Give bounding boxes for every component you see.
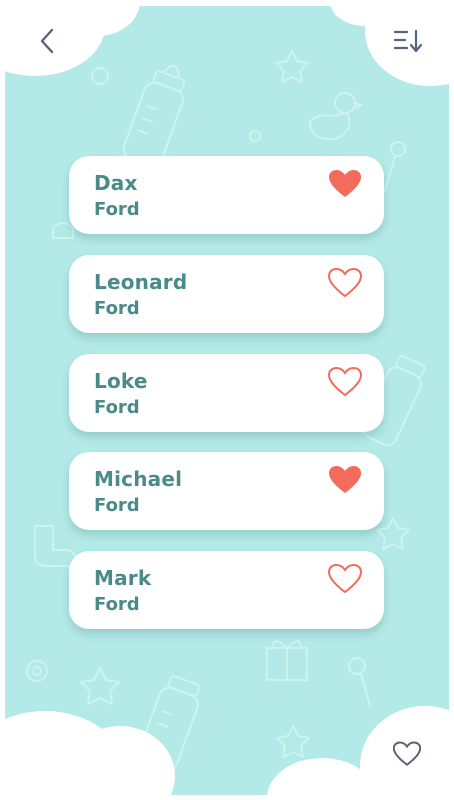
heart-filled-icon[interactable]: [328, 169, 362, 199]
last-name: Ford: [94, 495, 140, 516]
chevron-left-icon: [40, 28, 54, 54]
heart-outline-icon[interactable]: [328, 564, 362, 594]
first-name: Michael: [94, 467, 183, 491]
first-name: Mark: [94, 566, 152, 590]
first-name: Leonard: [94, 270, 188, 294]
last-name: Ford: [94, 298, 140, 319]
last-name: Ford: [94, 199, 140, 220]
first-name: Dax: [94, 171, 138, 195]
heart-outline-icon: [393, 741, 421, 766]
name-card[interactable]: Mark Ford: [69, 551, 384, 629]
back-button[interactable]: [29, 23, 65, 59]
heart-outline-icon[interactable]: [328, 367, 362, 397]
name-card[interactable]: Loke Ford: [69, 354, 384, 432]
app-screen: Dax Ford Leonard Ford Loke Ford Michael …: [5, 6, 449, 795]
heart-filled-icon[interactable]: [328, 465, 362, 495]
name-card[interactable]: Leonard Ford: [69, 255, 384, 333]
name-card[interactable]: Michael Ford: [69, 452, 384, 530]
first-name: Loke: [94, 369, 148, 393]
name-card[interactable]: Dax Ford: [69, 156, 384, 234]
heart-outline-icon[interactable]: [328, 268, 362, 298]
favorites-button[interactable]: [387, 736, 427, 772]
sort-button[interactable]: [387, 23, 429, 59]
last-name: Ford: [94, 594, 140, 615]
last-name: Ford: [94, 397, 140, 418]
sort-descending-icon: [393, 29, 423, 53]
